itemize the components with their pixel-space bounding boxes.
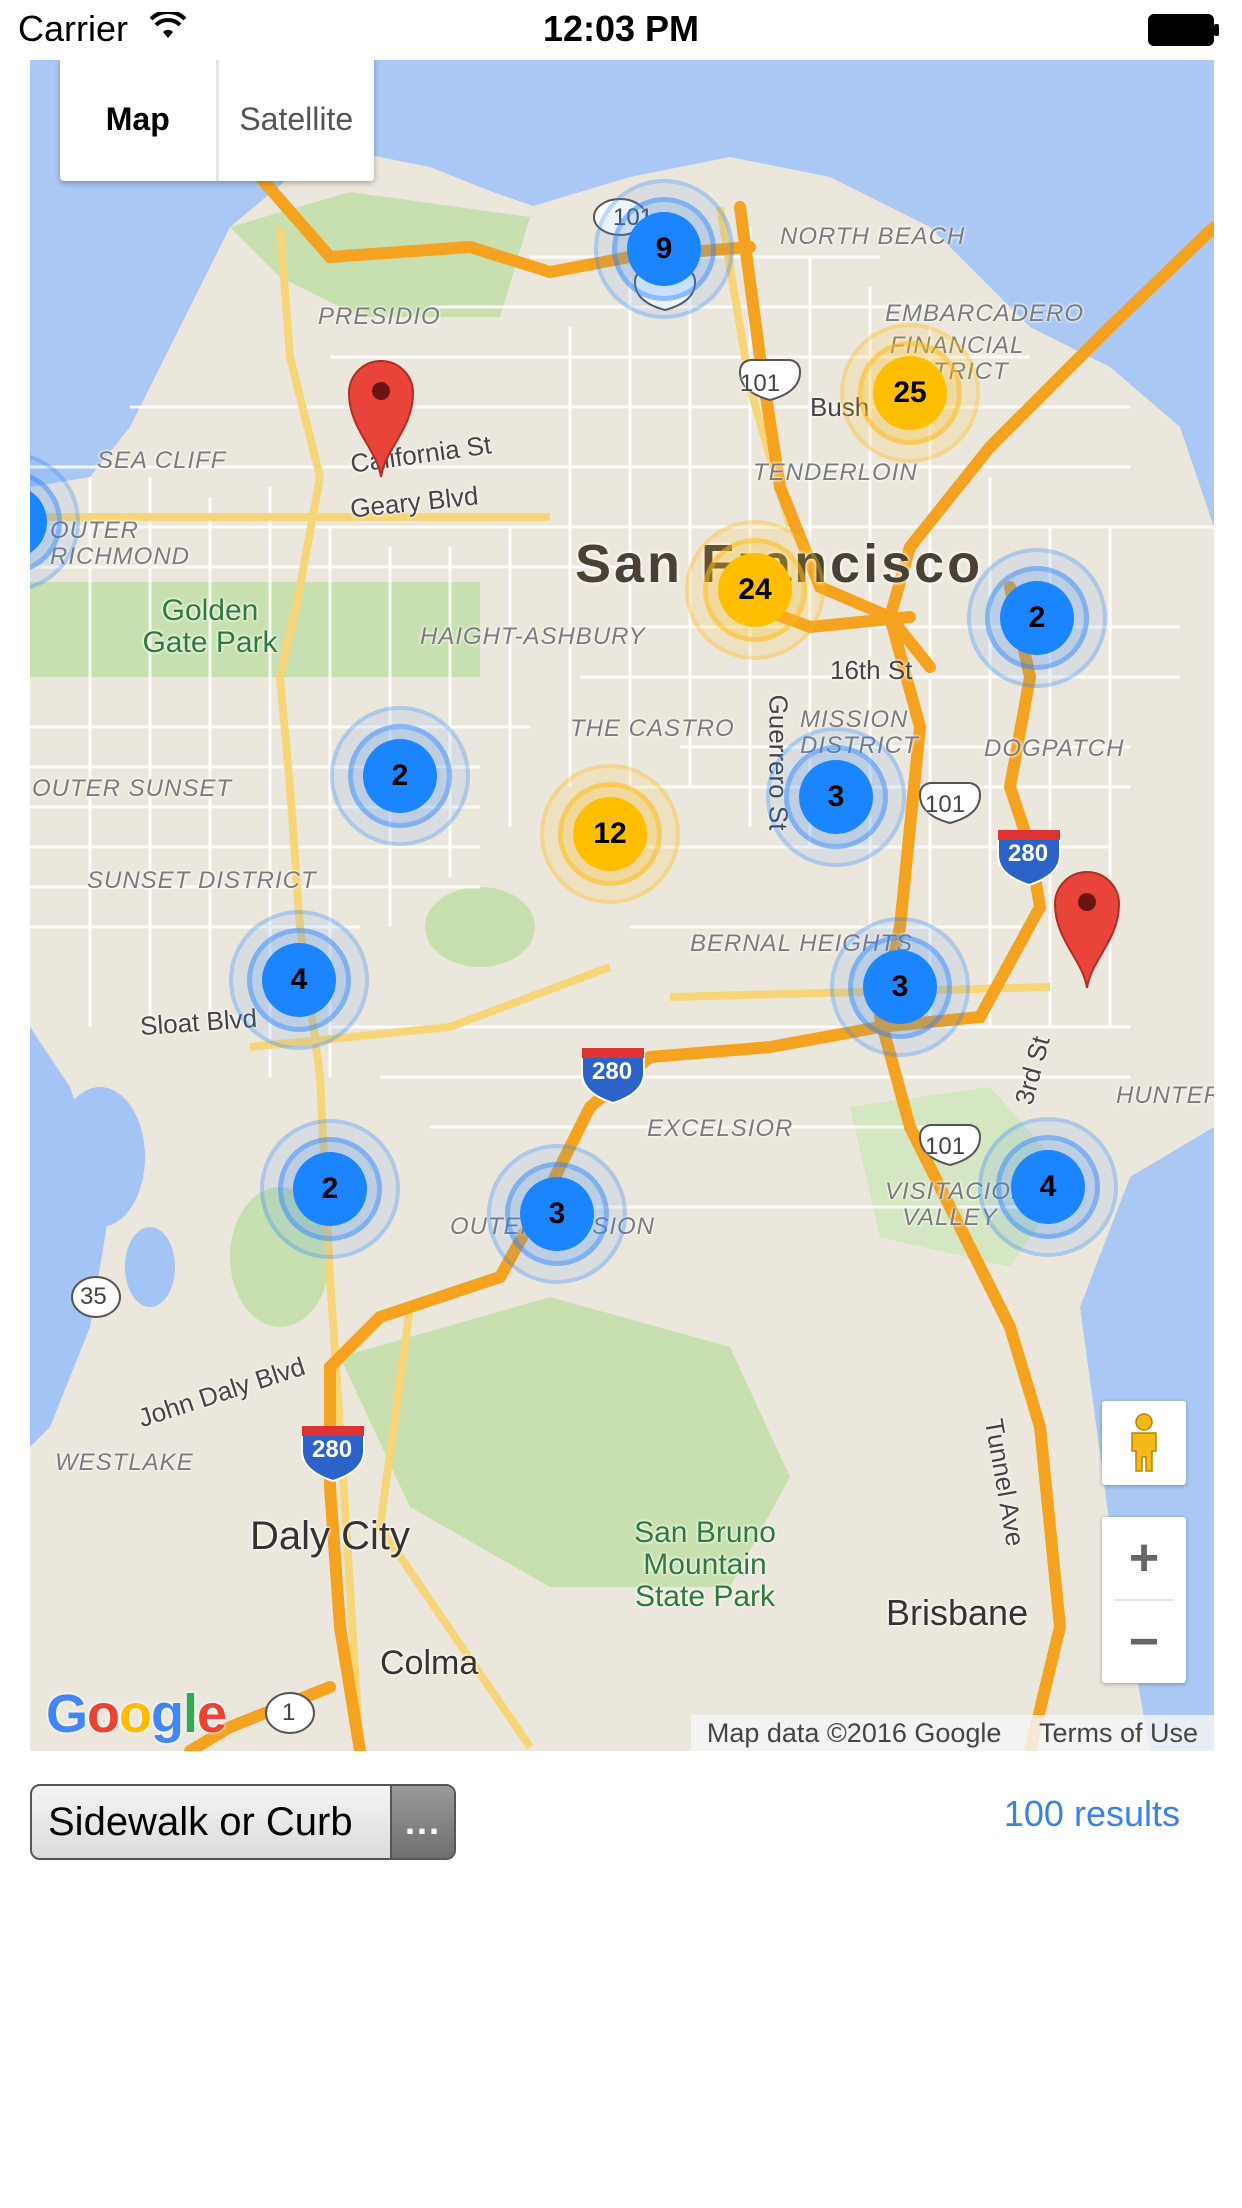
cluster-marker[interactable]: 2 — [967, 548, 1107, 688]
label-the-castro: THE CASTRO — [570, 715, 735, 742]
label-daly-city: Daly City — [250, 1514, 411, 1558]
label-colma: Colma — [380, 1644, 479, 1682]
map-data-label: Map data ©2016 Google — [706, 1718, 1002, 1748]
label-san-bruno-mountain: San Bruno Mountain State Park — [634, 1516, 776, 1613]
terms-of-use-link[interactable]: Terms of Use — [1039, 1718, 1198, 1748]
pegman-icon — [1131, 1413, 1157, 1472]
shield-280: 280 — [1008, 840, 1049, 867]
cluster-marker[interactable]: 12 — [540, 764, 680, 904]
cluster-marker[interactable]: 5 — [30, 452, 80, 592]
map-pin-icon[interactable] — [347, 359, 415, 479]
cluster-marker[interactable]: 24 — [685, 520, 825, 660]
label-sunset-district: SUNSET DISTRICT — [87, 867, 317, 894]
shield-35: 35 — [80, 1283, 107, 1310]
label-haight-ashbury: HAIGHT-ASHBURY — [420, 623, 646, 650]
shield-1: 1 — [282, 1699, 296, 1726]
plus-icon[interactable]: + — [1102, 1517, 1186, 1599]
google-logo: Google — [46, 1684, 227, 1744]
clock: 12:03 PM — [542, 8, 700, 49]
label-sea-cliff: SEA CLIFF — [97, 447, 227, 474]
label-north-beach: NORTH BEACH — [780, 223, 966, 250]
shield-101: 101 — [740, 370, 781, 397]
status-bar: Carrier 12:03 PM — [0, 0, 1242, 60]
map-type-control: Map Satellite — [60, 57, 374, 181]
map-view[interactable]: 101 101 101 101 280 280 280 35 1 San Fra… — [30, 27, 1214, 1751]
cluster-marker[interactable]: 2 — [330, 706, 470, 846]
label-excelsior: EXCELSIOR — [647, 1115, 794, 1142]
results-count[interactable]: 100 results — [1004, 1793, 1180, 1835]
shield-280: 280 — [592, 1058, 633, 1085]
label-hunters: HUNTER — [1116, 1082, 1214, 1109]
label-tenderloin: TENDERLOIN — [753, 459, 918, 486]
cluster-marker[interactable]: 3 — [766, 727, 906, 867]
cluster-marker[interactable]: 3 — [830, 917, 970, 1057]
cluster-marker[interactable]: 3 — [487, 1144, 627, 1284]
label-presidio: PRESIDIO — [318, 303, 441, 330]
category-filter-button[interactable]: Sidewalk or Curb ... — [30, 1784, 456, 1860]
cluster-marker[interactable]: 4 — [978, 1117, 1118, 1257]
shield-101: 101 — [925, 1133, 966, 1160]
cluster-marker[interactable]: 9 — [594, 179, 734, 319]
cluster-marker[interactable]: 2 — [260, 1119, 400, 1259]
zoom-control: + − — [1102, 1517, 1186, 1683]
map-type-satellite-button[interactable]: Satellite — [219, 57, 375, 181]
minus-icon[interactable]: − — [1102, 1601, 1186, 1683]
label-brisbane: Brisbane — [886, 1592, 1029, 1633]
label-dogpatch: DOGPATCH — [984, 735, 1125, 762]
cluster-marker[interactable]: 25 — [840, 323, 980, 463]
shield-280: 280 — [312, 1436, 353, 1463]
label-16th-st: 16th St — [830, 655, 913, 685]
street-view-button[interactable] — [1102, 1401, 1186, 1485]
category-filter-label: Sidewalk or Curb — [48, 1799, 353, 1844]
more-options-button[interactable]: ... — [390, 1786, 454, 1858]
cluster-marker[interactable]: 4 — [229, 910, 369, 1050]
label-outer-sunset: OUTER SUNSET — [32, 775, 233, 802]
shield-101: 101 — [925, 791, 966, 818]
map-pin-icon[interactable] — [1053, 870, 1121, 990]
map-attribution: Map data ©2016 Google Terms of Use — [690, 1715, 1214, 1751]
map-type-map-button[interactable]: Map — [60, 57, 219, 181]
label-golden-gate-park: Golden Gate Park — [142, 594, 278, 659]
label-westlake: WESTLAKE — [55, 1449, 194, 1476]
battery-icon — [1148, 14, 1219, 46]
